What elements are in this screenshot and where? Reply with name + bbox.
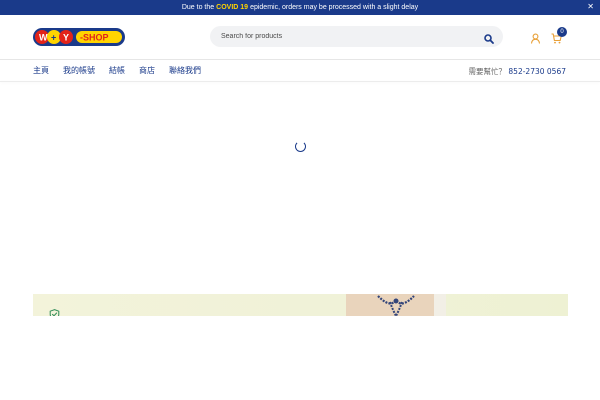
nav-item-checkout[interactable]: 結帳 xyxy=(109,65,125,76)
gift-ribbon-icon xyxy=(346,294,446,316)
main-nav: 主頁 我的帳號 結帳 商店 聯絡我們 xyxy=(33,60,201,81)
logo[interactable]: W + Y -SHOP xyxy=(33,27,125,52)
nav-item-contact[interactable]: 聯絡我們 xyxy=(169,65,201,76)
svg-text:Y: Y xyxy=(63,33,69,43)
account-icon[interactable] xyxy=(530,31,541,49)
svg-text:W: W xyxy=(39,33,48,43)
nav-item-my-account[interactable]: 我的帳號 xyxy=(63,65,95,76)
search-icon[interactable] xyxy=(484,31,494,49)
nav-divider xyxy=(0,81,600,82)
cart-count-badge: 0 xyxy=(557,27,567,37)
search-input[interactable] xyxy=(221,33,471,40)
announcement-prefix: Due to the xyxy=(181,4,215,11)
search-box xyxy=(210,26,503,47)
promo-banner[interactable] xyxy=(33,294,568,316)
svg-text:+: + xyxy=(51,33,56,43)
announcement-bar: Due to the COVID 19 epidemic, orders may… xyxy=(0,0,600,15)
help-phone[interactable]: 852-2730 0567 xyxy=(508,67,566,76)
help-label: 需要幫忙？ xyxy=(468,67,507,76)
nav-item-home[interactable]: 主頁 xyxy=(33,65,49,76)
loading-spinner-icon xyxy=(295,141,306,152)
announcement-highlight: COVID 19 xyxy=(216,4,249,11)
shield-check-icon xyxy=(49,307,60,316)
close-icon[interactable]: ✕ xyxy=(587,2,594,11)
announcement-suffix: epidemic, orders may be processed with a… xyxy=(250,4,419,11)
help-contact: 需要幫忙？ 852-2730 0567 xyxy=(469,66,566,77)
nav-item-shop[interactable]: 商店 xyxy=(139,65,155,76)
svg-text:-SHOP: -SHOP xyxy=(80,33,109,43)
